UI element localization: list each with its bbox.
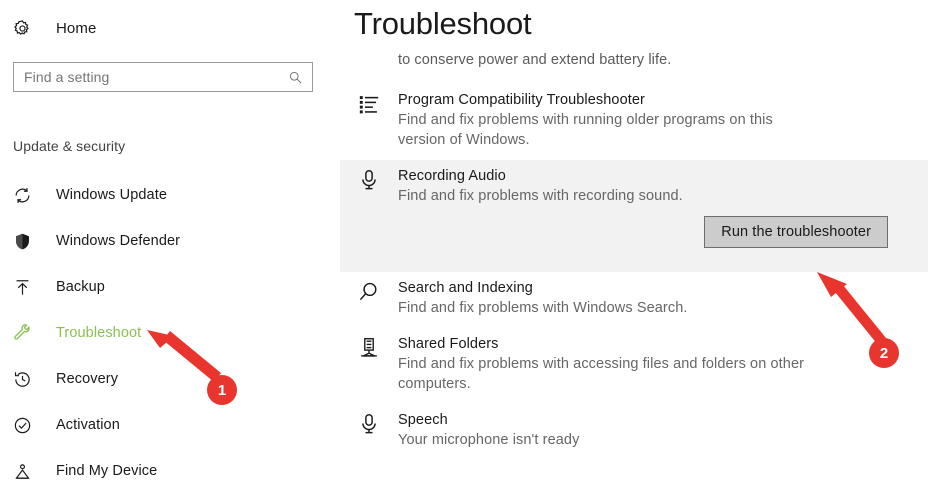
sidebar-item-label: Windows Defender: [56, 233, 181, 249]
troubleshooter-title: Shared Folders: [398, 336, 499, 352]
sidebar-item-label: Windows Update: [56, 187, 168, 203]
microphone-icon: [352, 160, 386, 272]
troubleshooter-description: Find and fix problems with running older…: [398, 112, 773, 148]
sidebar-item-backup[interactable]: Backup: [0, 264, 340, 310]
sidebar-item-label: Find My Device: [56, 463, 158, 479]
troubleshooter-text: Speech Your microphone isn't ready: [386, 404, 928, 460]
troubleshooter-text: Shared Folders Find and fix problems wit…: [386, 328, 928, 404]
refresh-icon: [13, 186, 39, 205]
settings-sidebar: Home Find a setting Update & security Wi…: [0, 0, 340, 500]
sidebar-item-recovery[interactable]: Recovery: [0, 356, 340, 402]
sidebar-item-label: Backup: [56, 279, 105, 295]
troubleshooter-list: Program Compatibility Troubleshooter Fin…: [340, 84, 928, 460]
search-input[interactable]: Find a setting: [13, 62, 313, 92]
troubleshooter-text: Program Compatibility Troubleshooter Fin…: [386, 84, 928, 160]
wrench-icon: [13, 323, 39, 343]
search-placeholder-text: Find a setting: [24, 69, 110, 85]
sidebar-item-activation[interactable]: Activation: [0, 402, 340, 448]
troubleshoot-main-panel: Troubleshoot to conserve power and exten…: [340, 0, 928, 500]
sidebar-item-find-my-device[interactable]: Find My Device: [0, 448, 340, 494]
sidebar-nav-list: Windows Update Windows Defender Backup T…: [0, 172, 340, 494]
sidebar-item-label: Troubleshoot: [56, 325, 142, 341]
troubleshooter-description: Find and fix problems with Windows Searc…: [398, 300, 688, 316]
troubleshooter-text: Recording Audio Find and fix problems wi…: [386, 160, 928, 272]
shield-icon: [13, 232, 39, 251]
person-pin-icon: [13, 462, 39, 481]
troubleshooter-row-search-and-indexing[interactable]: Search and Indexing Find and fix problem…: [340, 272, 928, 328]
troubleshooter-row-recording-audio[interactable]: Recording Audio Find and fix problems wi…: [340, 160, 928, 272]
sidebar-item-windows-update[interactable]: Windows Update: [0, 172, 340, 218]
gear-icon: [13, 19, 39, 38]
list-icon: [352, 84, 386, 160]
sidebar-item-windows-defender[interactable]: Windows Defender: [0, 218, 340, 264]
sidebar-item-label: Activation: [56, 417, 120, 433]
troubleshooter-description: Find and fix problems with accessing fil…: [398, 356, 805, 392]
sidebar-item-label: Recovery: [56, 371, 119, 387]
troubleshooter-action-area: Run the troubleshooter: [398, 206, 928, 262]
troubleshooter-description: Find and fix problems with recording sou…: [398, 188, 683, 204]
server-icon: [352, 328, 386, 404]
troubleshooter-row-program-compatibility[interactable]: Program Compatibility Troubleshooter Fin…: [340, 84, 928, 160]
sidebar-home-label: Home: [56, 19, 97, 37]
troubleshooter-title: Search and Indexing: [398, 280, 533, 296]
search-icon[interactable]: [288, 70, 312, 85]
troubleshooter-title: Recording Audio: [398, 168, 506, 184]
history-icon: [13, 370, 39, 389]
lead-paragraph: to conserve power and extend battery lif…: [398, 52, 672, 68]
troubleshooter-text: Search and Indexing Find and fix problem…: [386, 272, 928, 328]
troubleshooter-row-shared-folders[interactable]: Shared Folders Find and fix problems wit…: [340, 328, 928, 404]
troubleshooter-description: Your microphone isn't ready: [398, 432, 580, 448]
troubleshooter-row-speech[interactable]: Speech Your microphone isn't ready: [340, 404, 928, 460]
search-icon: [352, 272, 386, 328]
troubleshooter-title: Program Compatibility Troubleshooter: [398, 92, 645, 108]
upload-icon: [13, 278, 39, 297]
sidebar-item-home[interactable]: Home: [13, 16, 96, 40]
check-circle-icon: [13, 416, 39, 435]
microphone-icon: [352, 404, 386, 460]
page-title: Troubleshoot: [354, 6, 532, 41]
run-the-troubleshooter-button[interactable]: Run the troubleshooter: [704, 216, 888, 248]
sidebar-item-troubleshoot[interactable]: Troubleshoot: [0, 310, 340, 356]
sidebar-section-title: Update & security: [13, 138, 126, 154]
troubleshooter-title: Speech: [398, 412, 448, 428]
